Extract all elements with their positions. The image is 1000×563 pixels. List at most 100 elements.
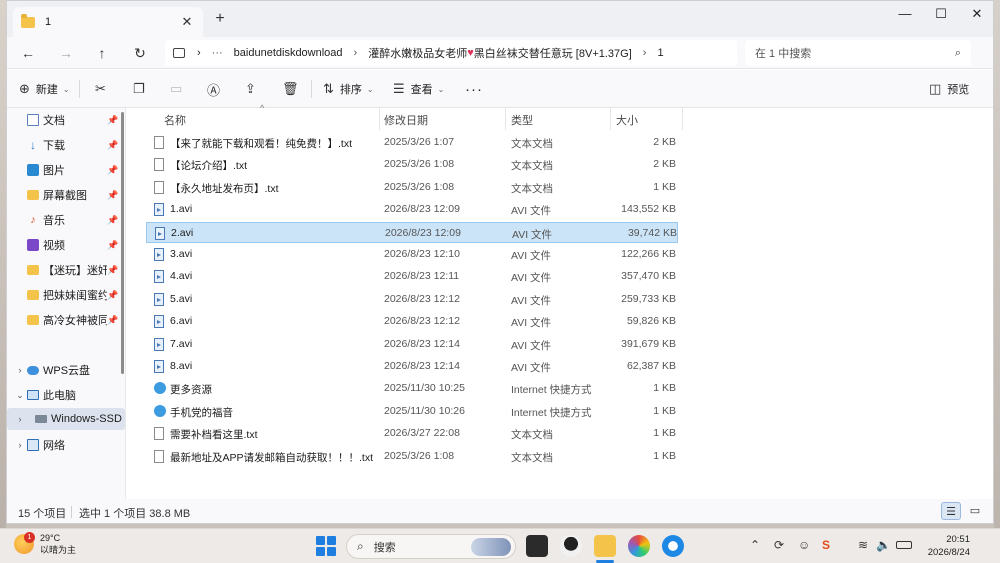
sidebar-item-folder[interactable]: 把妹妹闺蜜约 📌 xyxy=(7,284,125,306)
taskbar-app-qq[interactable] xyxy=(560,535,582,557)
column-divider[interactable] xyxy=(505,108,506,130)
sidebar-item-folder[interactable]: 高冷女神被同 📌 xyxy=(7,309,125,331)
paste-button[interactable]: ▭ xyxy=(170,80,188,98)
sidebar-item-documents[interactable]: 文档 📌 xyxy=(7,109,125,131)
clock[interactable]: 20:51 2026/8/24 xyxy=(918,533,970,559)
column-divider[interactable] xyxy=(610,108,611,130)
sync-icon[interactable]: ⟳ xyxy=(774,538,784,552)
scissors-icon: ✂ xyxy=(95,81,106,96)
volume-muted-icon[interactable]: 🔈 xyxy=(876,538,891,552)
file-date: 2025/11/30 10:26 xyxy=(384,404,465,417)
address-bar[interactable]: › ··· baidunetdiskdownload › 灌醉水嫩极品女老师 ♥… xyxy=(165,40,737,66)
file-row[interactable]: 【永久地址发布页】.txt 2025/3/26 1:08 文本文档 1 KB xyxy=(146,177,678,198)
sidebar-item-wps-cloud[interactable]: › WPS云盘 xyxy=(7,359,125,381)
input-method-icon[interactable]: S xyxy=(822,538,830,552)
ime-settings-icon[interactable]: ☺ xyxy=(798,538,810,552)
chevron-right-icon[interactable]: › xyxy=(13,440,27,450)
preview-pane-button[interactable]: ◫ 预览 xyxy=(929,80,969,98)
view-button[interactable]: ☰ 查看 ⌄ xyxy=(393,80,444,98)
breadcrumb-more[interactable]: ··· xyxy=(212,47,223,59)
file-row[interactable]: 8.avi 2026/8/23 12:14 AVI 文件 62,387 KB xyxy=(146,356,678,377)
breadcrumb-current[interactable]: 1 xyxy=(657,47,663,59)
folder-icon xyxy=(27,190,39,200)
refresh-button[interactable]: ↻ xyxy=(129,43,151,63)
file-row[interactable]: 更多资源 2025/11/30 10:25 Internet 快捷方式 1 KB xyxy=(146,378,678,399)
copy-button[interactable]: ❐ xyxy=(133,80,151,98)
wifi-icon[interactable]: ≋ xyxy=(858,538,868,552)
sidebar-item-network[interactable]: › 网络 xyxy=(7,434,125,456)
chevron-down-icon[interactable]: ⌄ xyxy=(13,390,27,401)
minimize-button[interactable]: — xyxy=(887,3,923,25)
file-row[interactable]: 4.avi 2026/8/23 12:11 AVI 文件 357,470 KB xyxy=(146,266,678,287)
sort-button[interactable]: ⇅ 排序 ⌄ xyxy=(323,80,374,98)
file-row[interactable]: 最新地址及APP请发邮箱自动获取！！！.txt 2025/3/26 1:08 文本文… xyxy=(146,446,678,467)
sidebar-item-label: 把妹妹闺蜜约 xyxy=(43,290,107,302)
back-button[interactable]: ← xyxy=(17,43,39,63)
chevron-down-icon: ⌄ xyxy=(366,84,374,94)
tab-1[interactable]: 1 ✕ xyxy=(13,7,203,37)
file-row[interactable]: 1.avi 2026/8/23 12:09 AVI 文件 143,552 KB xyxy=(146,199,678,220)
sidebar-item-windows-ssd[interactable]: › Windows-SSD xyxy=(7,408,125,430)
sidebar-item-videos[interactable]: 视频 📌 xyxy=(7,234,125,256)
tab-close-icon[interactable]: ✕ xyxy=(179,14,195,30)
file-row[interactable]: 【论坛介绍】.txt 2025/3/26 1:08 文本文档 2 KB xyxy=(146,154,678,175)
taskbar-app-browser[interactable] xyxy=(662,535,684,557)
sidebar-item-downloads[interactable]: ↓ 下载 📌 xyxy=(7,134,125,156)
breadcrumb-baidunetdiskdownload[interactable]: baidunetdiskdownload xyxy=(234,47,343,59)
search-box[interactable]: 在 1 中搜索 ⌕ xyxy=(745,40,971,66)
breadcrumb-folder-name-part2[interactable]: 黑白丝袜交替任意玩 [8V+1.37G] xyxy=(474,45,632,61)
sidebar-item-label: 网络 xyxy=(43,440,65,452)
sidebar-item-pictures[interactable]: 图片 📌 xyxy=(7,159,125,181)
taskbar-app-file-explorer[interactable] xyxy=(594,535,616,557)
maximize-button[interactable]: ☐ xyxy=(923,3,959,25)
file-row[interactable]: 需要补档看这里.txt 2026/3/27 22:08 文本文档 1 KB xyxy=(146,423,678,444)
breadcrumb-folder-name-part1[interactable]: 灌醉水嫩极品女老师 xyxy=(368,45,467,61)
taskbar-app-color[interactable] xyxy=(628,535,650,557)
sidebar-item-this-pc[interactable]: ⌄ 此电脑 xyxy=(7,384,125,406)
details-view-button[interactable]: ☰ xyxy=(941,502,961,520)
file-row[interactable]: 6.avi 2026/8/23 12:12 AVI 文件 59,826 KB xyxy=(146,311,678,332)
cut-button[interactable]: ✂ xyxy=(95,80,112,98)
up-button[interactable]: ↑ xyxy=(91,43,113,63)
chevron-up-icon[interactable]: ⌃ xyxy=(750,538,760,552)
sidebar-scrollbar[interactable] xyxy=(121,112,124,374)
taskbar-app-terminal[interactable] xyxy=(526,535,548,557)
close-window-button[interactable]: ✕ xyxy=(959,3,993,25)
sidebar-item-music[interactable]: ♪ 音乐 📌 xyxy=(7,209,125,231)
forward-button[interactable]: → xyxy=(55,43,77,63)
file-row[interactable]: 手机党的福音 2025/11/30 10:26 Internet 快捷方式 1 KB xyxy=(146,401,678,422)
delete-button[interactable]: 🗑 xyxy=(282,80,305,98)
file-row[interactable]: 3.avi 2026/8/23 12:10 AVI 文件 122,266 KB xyxy=(146,244,678,265)
large-icons-view-button[interactable]: ▭ xyxy=(965,502,985,520)
file-row[interactable]: 7.avi 2026/8/23 12:14 AVI 文件 391,679 KB xyxy=(146,334,678,355)
sidebar-item-screenshots[interactable]: 屏幕截图 📌 xyxy=(7,184,125,206)
file-type: Internet 快捷方式 xyxy=(511,384,592,397)
more-options-button[interactable]: ··· xyxy=(465,80,483,98)
taskbar-search[interactable]: ⌕ 搜索 xyxy=(346,534,516,559)
video-file-icon xyxy=(154,270,164,284)
file-row[interactable]: 2.avi 2026/8/23 12:09 AVI 文件 39,742 KB xyxy=(146,221,678,243)
cloud-icon xyxy=(27,365,39,375)
weather-widget[interactable]: 1 29°C 以晴为主 xyxy=(14,532,76,556)
file-row[interactable]: 5.avi 2026/8/23 12:12 AVI 文件 259,733 KB xyxy=(146,289,678,310)
column-divider[interactable] xyxy=(682,108,683,130)
column-divider[interactable] xyxy=(379,108,380,130)
chevron-right-icon[interactable]: › xyxy=(13,414,27,424)
file-name: 2.avi xyxy=(171,226,194,239)
rename-button[interactable]: Ⓐ xyxy=(207,80,226,98)
column-header-size[interactable]: 大小 xyxy=(616,112,638,128)
file-date: 2025/3/26 1:08 xyxy=(384,449,455,462)
column-header-type[interactable]: 类型 xyxy=(511,112,533,128)
folder-icon xyxy=(21,13,35,28)
battery-icon[interactable] xyxy=(896,541,912,549)
start-button[interactable] xyxy=(316,536,336,556)
video-file-icon xyxy=(154,203,164,217)
column-header-name[interactable]: 名称 xyxy=(164,112,186,128)
sidebar-item-folder[interactable]: 【迷玩】迷奸 📌 xyxy=(7,259,125,281)
chevron-right-icon[interactable]: › xyxy=(13,365,27,375)
file-row[interactable]: 【来了就能下载和观看！纯免费！】.txt 2025/3/26 1:07 文本文档 2 … xyxy=(146,132,678,153)
share-button[interactable]: ⇪ xyxy=(245,80,262,98)
new-button[interactable]: ⊕ 新建 ⌄ xyxy=(19,80,70,98)
new-tab-button[interactable]: + xyxy=(210,10,230,28)
column-header-date[interactable]: 修改日期 xyxy=(384,112,428,128)
